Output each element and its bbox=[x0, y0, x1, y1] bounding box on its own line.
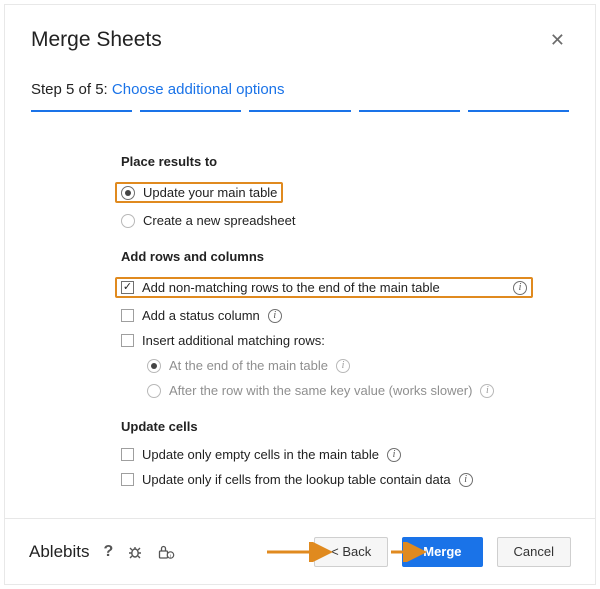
bug-icon[interactable] bbox=[127, 544, 143, 560]
footer: Ablebits ? i < Back Merge Cancel bbox=[5, 518, 595, 584]
info-icon[interactable] bbox=[387, 448, 401, 462]
radio-icon[interactable] bbox=[121, 214, 135, 228]
opt-label: Update your main table bbox=[143, 185, 277, 200]
info-icon[interactable] bbox=[480, 384, 494, 398]
section-place-title: Place results to bbox=[121, 154, 539, 169]
progress-seg bbox=[140, 110, 241, 112]
dialog-frame: Merge Sheets ✕ Step 5 of 5: Choose addit… bbox=[4, 4, 596, 585]
section-cells-title: Update cells bbox=[121, 419, 539, 434]
dialog-title: Merge Sheets bbox=[31, 28, 162, 52]
progress-seg bbox=[468, 110, 569, 112]
back-button[interactable]: < Back bbox=[314, 537, 388, 567]
opt-label: Update only empty cells in the main tabl… bbox=[142, 447, 379, 462]
info-icon[interactable] bbox=[513, 281, 527, 295]
scroll-area[interactable]: Place results to Update your main table … bbox=[21, 138, 579, 497]
brand-label: Ablebits bbox=[29, 542, 89, 562]
body: Place results to Update your main table … bbox=[21, 137, 579, 497]
opt-only-empty[interactable]: Update only empty cells in the main tabl… bbox=[121, 442, 539, 467]
opt-insert-additional[interactable]: Insert additional matching rows: bbox=[121, 328, 539, 353]
progress-bar bbox=[5, 110, 595, 114]
checkbox-icon[interactable] bbox=[121, 334, 134, 347]
radio-icon bbox=[147, 384, 161, 398]
radio-icon bbox=[147, 359, 161, 373]
opt-label: Add non-matching rows to the end of the … bbox=[142, 280, 505, 295]
header: Merge Sheets ✕ bbox=[5, 5, 595, 63]
progress-seg bbox=[359, 110, 460, 112]
lock-info-icon[interactable]: i bbox=[157, 544, 175, 560]
opt-after-row: After the row with the same key value (w… bbox=[121, 378, 539, 403]
progress-seg bbox=[31, 110, 132, 112]
opt-add-status[interactable]: Add a status column bbox=[121, 303, 539, 328]
opt-label: Update only if cells from the lookup tab… bbox=[142, 472, 451, 487]
step-link[interactable]: Choose additional options bbox=[112, 81, 285, 98]
progress-seg bbox=[249, 110, 350, 112]
checkbox-icon[interactable] bbox=[121, 309, 134, 322]
opt-label: At the end of the main table bbox=[169, 358, 328, 373]
opt-label: Add a status column bbox=[142, 308, 260, 323]
info-icon[interactable] bbox=[336, 359, 350, 373]
opt-label: Create a new spreadsheet bbox=[143, 213, 295, 228]
opt-label: Insert additional matching rows: bbox=[142, 333, 325, 348]
section-rows-title: Add rows and columns bbox=[121, 249, 539, 264]
opt-add-nonmatching[interactable]: Add non-matching rows to the end of the … bbox=[121, 272, 539, 303]
opt-label: After the row with the same key value (w… bbox=[169, 383, 472, 398]
opt-only-lookup[interactable]: Update only if cells from the lookup tab… bbox=[121, 467, 539, 492]
merge-button[interactable]: Merge bbox=[402, 537, 482, 567]
opt-update-main[interactable]: Update your main table bbox=[121, 177, 539, 208]
info-icon[interactable] bbox=[459, 473, 473, 487]
help-icon[interactable]: ? bbox=[103, 543, 113, 561]
opt-at-end: At the end of the main table bbox=[121, 353, 539, 378]
checkbox-icon[interactable] bbox=[121, 473, 134, 486]
checkbox-icon[interactable] bbox=[121, 448, 134, 461]
step-indicator: Step 5 of 5: Choose additional options bbox=[5, 63, 595, 110]
radio-icon[interactable] bbox=[121, 186, 135, 200]
info-icon[interactable] bbox=[268, 309, 282, 323]
checkbox-icon[interactable] bbox=[121, 281, 134, 294]
cancel-button[interactable]: Cancel bbox=[497, 537, 571, 567]
step-prefix: Step 5 of 5: bbox=[31, 81, 112, 98]
close-icon[interactable]: ✕ bbox=[546, 27, 569, 53]
opt-create-new[interactable]: Create a new spreadsheet bbox=[121, 208, 539, 233]
